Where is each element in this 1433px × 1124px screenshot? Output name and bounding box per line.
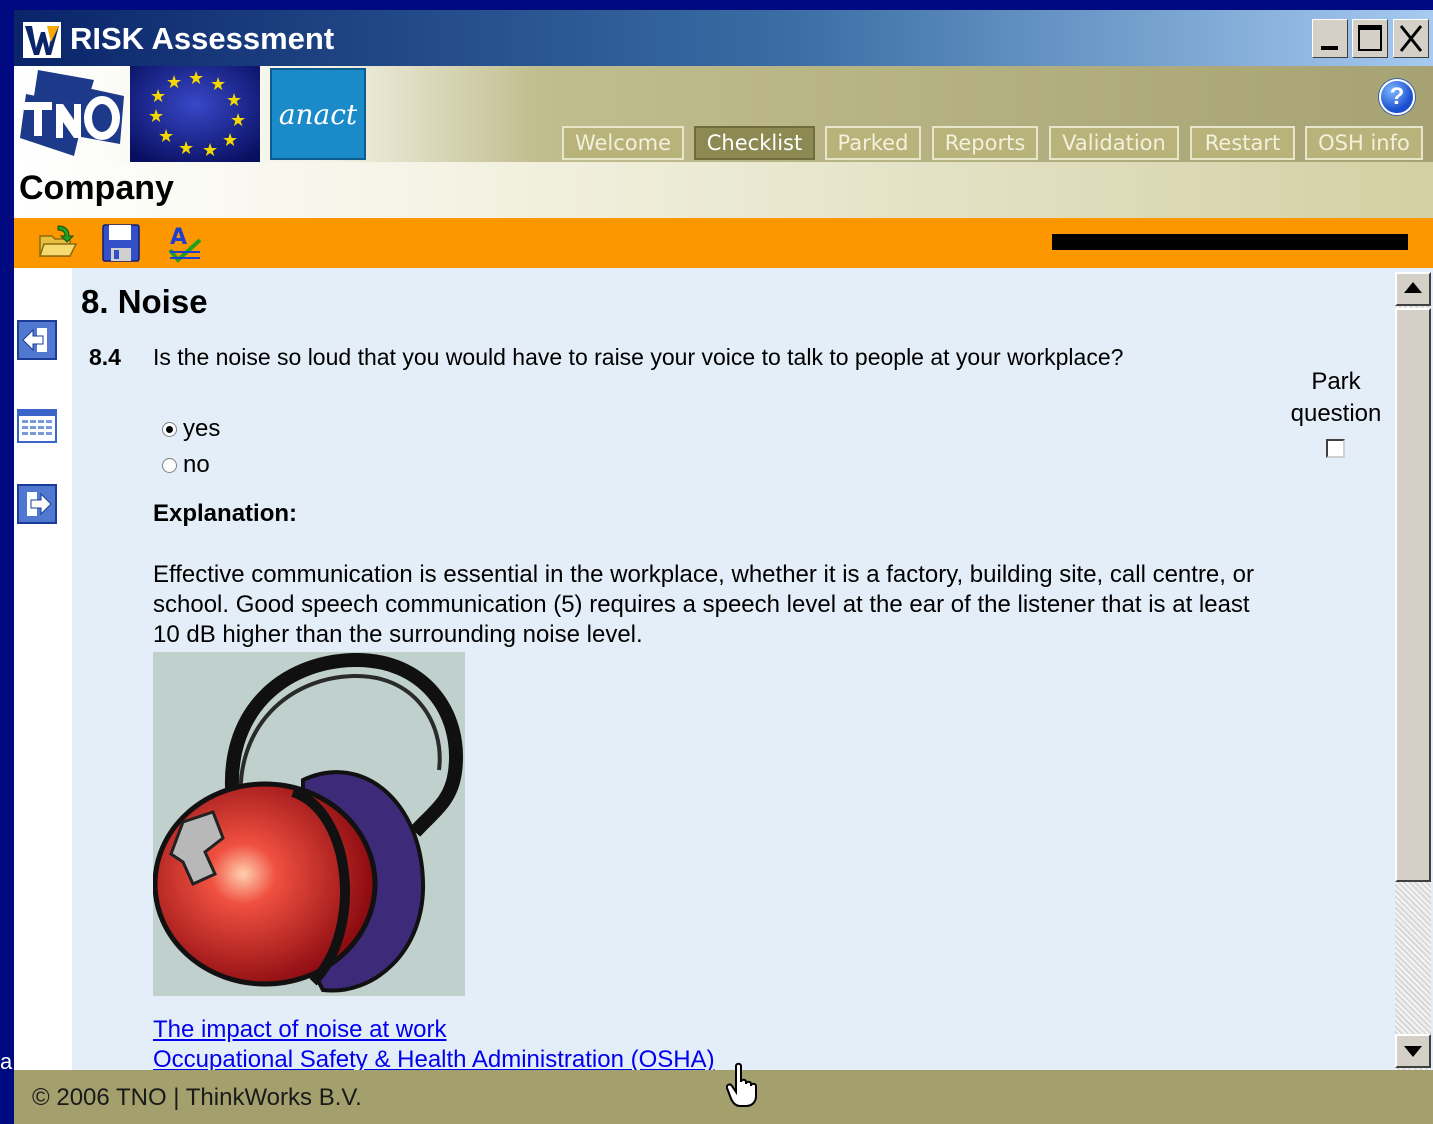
answer-yes-radio[interactable] xyxy=(162,422,177,437)
tab-validation[interactable]: Validation xyxy=(1049,126,1179,160)
eu-flag-logo: ★ ★ ★ ★ ★ ★ ★ ★ ★ ★ ★ xyxy=(130,66,260,162)
link-impact-of-noise[interactable]: The impact of noise at work xyxy=(153,1015,446,1045)
section-title: 8. Noise xyxy=(81,283,208,320)
svg-text:A: A xyxy=(170,225,187,250)
answer-yes-option[interactable]: yes xyxy=(162,414,220,444)
copyright-text: © 2006 TNO | ThinkWorks B.V. xyxy=(32,1084,362,1111)
close-button[interactable] xyxy=(1393,19,1429,58)
question-number: 8.4 xyxy=(89,344,121,370)
park-question-label: Park question xyxy=(1290,368,1382,427)
tab-parked[interactable]: Parked xyxy=(825,126,921,160)
answer-no-radio[interactable] xyxy=(162,458,177,473)
spellcheck-icon[interactable]: A xyxy=(164,222,206,264)
scroll-up-button[interactable] xyxy=(1395,272,1431,306)
app-window: RISK Assessment ★ ★ ★ ★ ★ ★ ★ ★ ★ ★ ★ an… xyxy=(14,10,1433,1124)
svg-text:★: ★ xyxy=(178,138,194,159)
hand-cursor-icon xyxy=(725,1062,760,1108)
toolbar: A xyxy=(14,218,1433,268)
tab-checklist[interactable]: Checklist xyxy=(694,126,815,160)
window-title: RISK Assessment xyxy=(70,21,335,56)
desktop-text-fragment: a xyxy=(0,1049,13,1074)
tno-logo xyxy=(16,66,128,162)
vertical-scrollbar[interactable] xyxy=(1395,272,1431,1070)
tab-osh-info[interactable]: OSH info xyxy=(1305,126,1423,160)
header-band: ★ ★ ★ ★ ★ ★ ★ ★ ★ ★ ★ anact ? Welcome Checklist… xyxy=(14,66,1433,162)
previous-icon[interactable] xyxy=(17,320,57,360)
minimize-button[interactable] xyxy=(1312,19,1348,58)
progress-bar xyxy=(1052,234,1408,250)
overview-icon[interactable] xyxy=(17,406,57,446)
park-question-checkbox[interactable] xyxy=(1326,439,1345,458)
tab-welcome[interactable]: Welcome xyxy=(562,126,684,160)
svg-text:★: ★ xyxy=(202,140,218,161)
svg-text:★: ★ xyxy=(150,86,166,107)
title-bar[interactable]: RISK Assessment xyxy=(14,10,1433,66)
anact-logo: anact xyxy=(270,68,366,160)
svg-text:★: ★ xyxy=(222,130,238,151)
svg-text:★: ★ xyxy=(188,68,204,89)
next-icon[interactable] xyxy=(17,484,57,524)
answer-no-option[interactable]: no xyxy=(162,450,210,480)
answer-no-label: no xyxy=(183,451,210,478)
save-icon[interactable] xyxy=(100,222,142,264)
tab-restart[interactable]: Restart xyxy=(1190,126,1295,160)
question-text: Is the noise so loud that you would have… xyxy=(153,344,1124,370)
svg-text:★: ★ xyxy=(210,74,226,95)
explanation-heading: Explanation: xyxy=(153,500,298,527)
scroll-thumb[interactable] xyxy=(1395,308,1431,882)
answer-yes-label: yes xyxy=(183,415,221,442)
svg-text:★: ★ xyxy=(226,90,242,111)
svg-text:anact: anact xyxy=(279,98,358,131)
svg-text:★: ★ xyxy=(230,110,246,131)
ear-protector-image xyxy=(152,652,465,996)
page-title: Company xyxy=(19,169,174,207)
left-rail xyxy=(14,268,72,1070)
tab-reports[interactable]: Reports xyxy=(932,126,1038,160)
explanation-text: Effective communication is essential in … xyxy=(153,561,1254,648)
main-content: 8. Noise 8.4 Is the noise so loud that y… xyxy=(14,268,1433,1073)
maximize-button[interactable] xyxy=(1352,19,1388,58)
svg-text:★: ★ xyxy=(166,72,182,93)
help-icon[interactable]: ? xyxy=(1379,79,1415,115)
footer: © 2006 TNO | ThinkWorks B.V. xyxy=(14,1070,1433,1124)
company-band: Company xyxy=(14,162,1433,218)
svg-text:★: ★ xyxy=(158,126,174,147)
app-logo-icon xyxy=(22,21,62,59)
open-folder-icon[interactable] xyxy=(36,222,78,264)
scroll-down-button[interactable] xyxy=(1395,1034,1431,1068)
svg-text:★: ★ xyxy=(148,106,164,127)
